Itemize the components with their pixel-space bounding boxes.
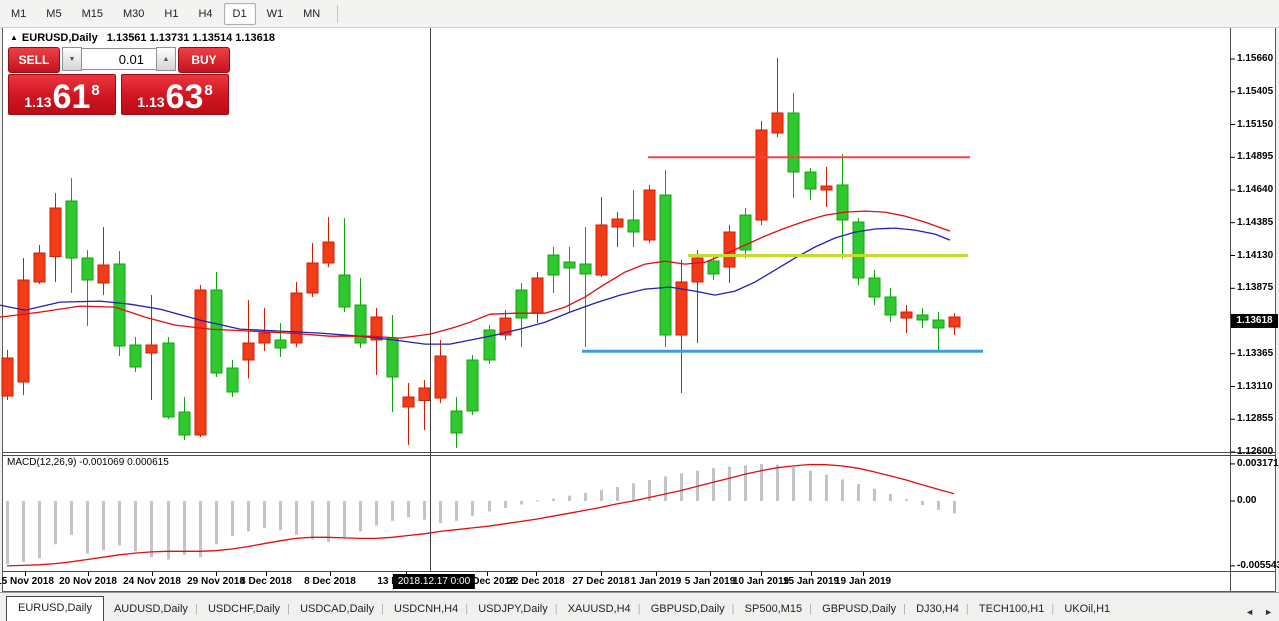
ask-price-big: 63	[166, 83, 204, 112]
volume-decrease-button[interactable]: ▼	[62, 47, 82, 71]
tab-scroll-right-icon[interactable]: ►	[1264, 607, 1273, 617]
volume-increase-button[interactable]: ▲	[156, 47, 176, 71]
symbol-tabs: EURUSD,DailyAUDUSD,DailyUSDCHF,DailyUSDC…	[0, 596, 1120, 621]
price-axis-label: 1.14130	[1237, 250, 1273, 261]
chart-ohlc-values: 1.13561 1.13731 1.13514 1.13618	[107, 32, 275, 44]
price-axis-label: 1.15660	[1237, 53, 1273, 64]
price-axis-label: 1.14895	[1237, 151, 1273, 162]
chart-title: ▲ EURUSD,Daily 1.13561 1.13731 1.13514 1.…	[10, 32, 275, 44]
macd-values: -0.001069 0.000615	[79, 457, 169, 468]
price-axis-label: 1.12855	[1237, 413, 1273, 424]
price-axis-label: 1.13365	[1237, 348, 1273, 359]
symbol-tab-USDCAD-Daily[interactable]: USDCAD,Daily	[290, 598, 384, 621]
price-axis-label: 1.13875	[1237, 282, 1273, 293]
price-axis-label: 1.15405	[1237, 86, 1273, 97]
symbol-tab-USDJPY-Daily[interactable]: USDJPY,Daily	[468, 598, 558, 621]
timeframe-button-H1[interactable]: H1	[155, 3, 187, 25]
volume-input[interactable]	[82, 48, 156, 70]
date-axis-label: 15 Jan 2019	[783, 576, 839, 587]
bid-price-prefix: 1.13	[24, 95, 51, 109]
timeframe-toolbar: M1M5M15M30H1H4D1W1MN	[0, 0, 1279, 28]
macd-axis-label: -0.005543	[1237, 560, 1279, 571]
symbol-tab-GBPUSD-Daily[interactable]: GBPUSD,Daily	[641, 598, 735, 621]
tab-scroll-controls: ◄ ►	[1245, 607, 1279, 621]
collapse-triangle-icon: ▲	[10, 33, 18, 42]
date-axis-label: 29 Nov 2018	[187, 576, 245, 587]
chevron-down-icon: ▼	[69, 56, 76, 63]
timeframe-button-W1[interactable]: W1	[258, 3, 293, 25]
timeframe-button-M5[interactable]: M5	[37, 3, 70, 25]
buy-button[interactable]: BUY	[178, 47, 230, 73]
macd-name: MACD(12,26,9)	[7, 457, 76, 468]
timeframe-button-M30[interactable]: M30	[114, 3, 153, 25]
symbol-tab-SP500-M15[interactable]: SP500,M15	[735, 598, 812, 621]
date-axis-label: 4 Dec 2018	[240, 576, 292, 587]
symbol-tab-EURUSD-Daily[interactable]: EURUSD,Daily	[6, 596, 104, 621]
symbol-tab-GBPUSD-Daily[interactable]: GBPUSD,Daily	[812, 598, 906, 621]
date-axis-label: 15 Nov 2018	[0, 576, 54, 587]
one-click-trade-panel: SELL ▼ ▲ BUY 1.13 61 8 1.13 63 8	[8, 47, 230, 115]
symbol-tab-UKOil-H1[interactable]: UKOil,H1	[1054, 598, 1120, 621]
date-axis-label: 22 Dec 2018	[507, 576, 564, 587]
symbol-tab-USDCHF-Daily[interactable]: USDCHF,Daily	[198, 598, 290, 621]
timeframe-button-M1[interactable]: M1	[2, 3, 35, 25]
ask-price-box[interactable]: 1.13 63 8	[121, 74, 229, 115]
timeframe-button-M15[interactable]: M15	[73, 3, 112, 25]
toolbar-separator	[337, 5, 338, 23]
symbol-tab-USDCNH-H4[interactable]: USDCNH,H4	[384, 598, 468, 621]
symbol-tab-XAUUSD-H4[interactable]: XAUUSD,H4	[558, 598, 641, 621]
macd-axis-label: 0.00	[1237, 495, 1256, 506]
date-axis-label: 5 Jan 2019	[685, 576, 736, 587]
chevron-up-icon: ▲	[163, 56, 170, 63]
tab-scroll-left-icon[interactable]: ◄	[1245, 607, 1254, 617]
timeframe-button-D1[interactable]: D1	[224, 3, 256, 25]
sell-button[interactable]: SELL	[8, 47, 60, 73]
bid-price-pip: 8	[91, 83, 99, 98]
timeframe-bar: M1M5M15M30H1H4D1W1MN	[0, 3, 329, 25]
price-axis-label: 1.14385	[1237, 217, 1273, 228]
macd-indicator-label: MACD(12,26,9) -0.001069 0.000615	[7, 457, 169, 468]
ask-price-prefix: 1.13	[137, 95, 164, 109]
bid-price-big: 61	[53, 83, 91, 112]
date-axis-label: 1 Jan 2019	[631, 576, 682, 587]
symbol-tab-DJ30-H4[interactable]: DJ30,H4	[906, 598, 969, 621]
date-axis-label: 20 Nov 2018	[59, 576, 117, 587]
macd-axis-label: 0.003171	[1237, 458, 1279, 469]
symbol-tab-TECH100-H1[interactable]: TECH100,H1	[969, 598, 1054, 621]
crosshair-date-tooltip: 2018.12.17 0:00	[393, 574, 475, 589]
symbol-tab-AUDUSD-Daily[interactable]: AUDUSD,Daily	[104, 598, 198, 621]
timeframe-button-MN[interactable]: MN	[294, 3, 329, 25]
price-axis-label: 1.15150	[1237, 119, 1273, 130]
price-axis-label: 1.12600	[1237, 446, 1273, 457]
date-axis-label: 8 Dec 2018	[304, 576, 356, 587]
timeframe-button-H4[interactable]: H4	[189, 3, 221, 25]
symbol-tab-bar: EURUSD,DailyAUDUSD,DailyUSDCHF,DailyUSDC…	[0, 592, 1279, 621]
ask-price-pip: 8	[204, 83, 212, 98]
chart-symbol-label: EURUSD,Daily	[22, 32, 98, 44]
current-price-tag: 1.13618	[1231, 314, 1278, 328]
date-axis-label: 24 Nov 2018	[123, 576, 181, 587]
price-axis-label: 1.14640	[1237, 184, 1273, 195]
date-axis-label: 19 Jan 2019	[835, 576, 891, 587]
date-axis-label: 10 Jan 2019	[733, 576, 789, 587]
bid-price-box[interactable]: 1.13 61 8	[8, 74, 116, 115]
price-axis-label: 1.13110	[1237, 381, 1273, 392]
date-axis-label: 27 Dec 2018	[572, 576, 629, 587]
